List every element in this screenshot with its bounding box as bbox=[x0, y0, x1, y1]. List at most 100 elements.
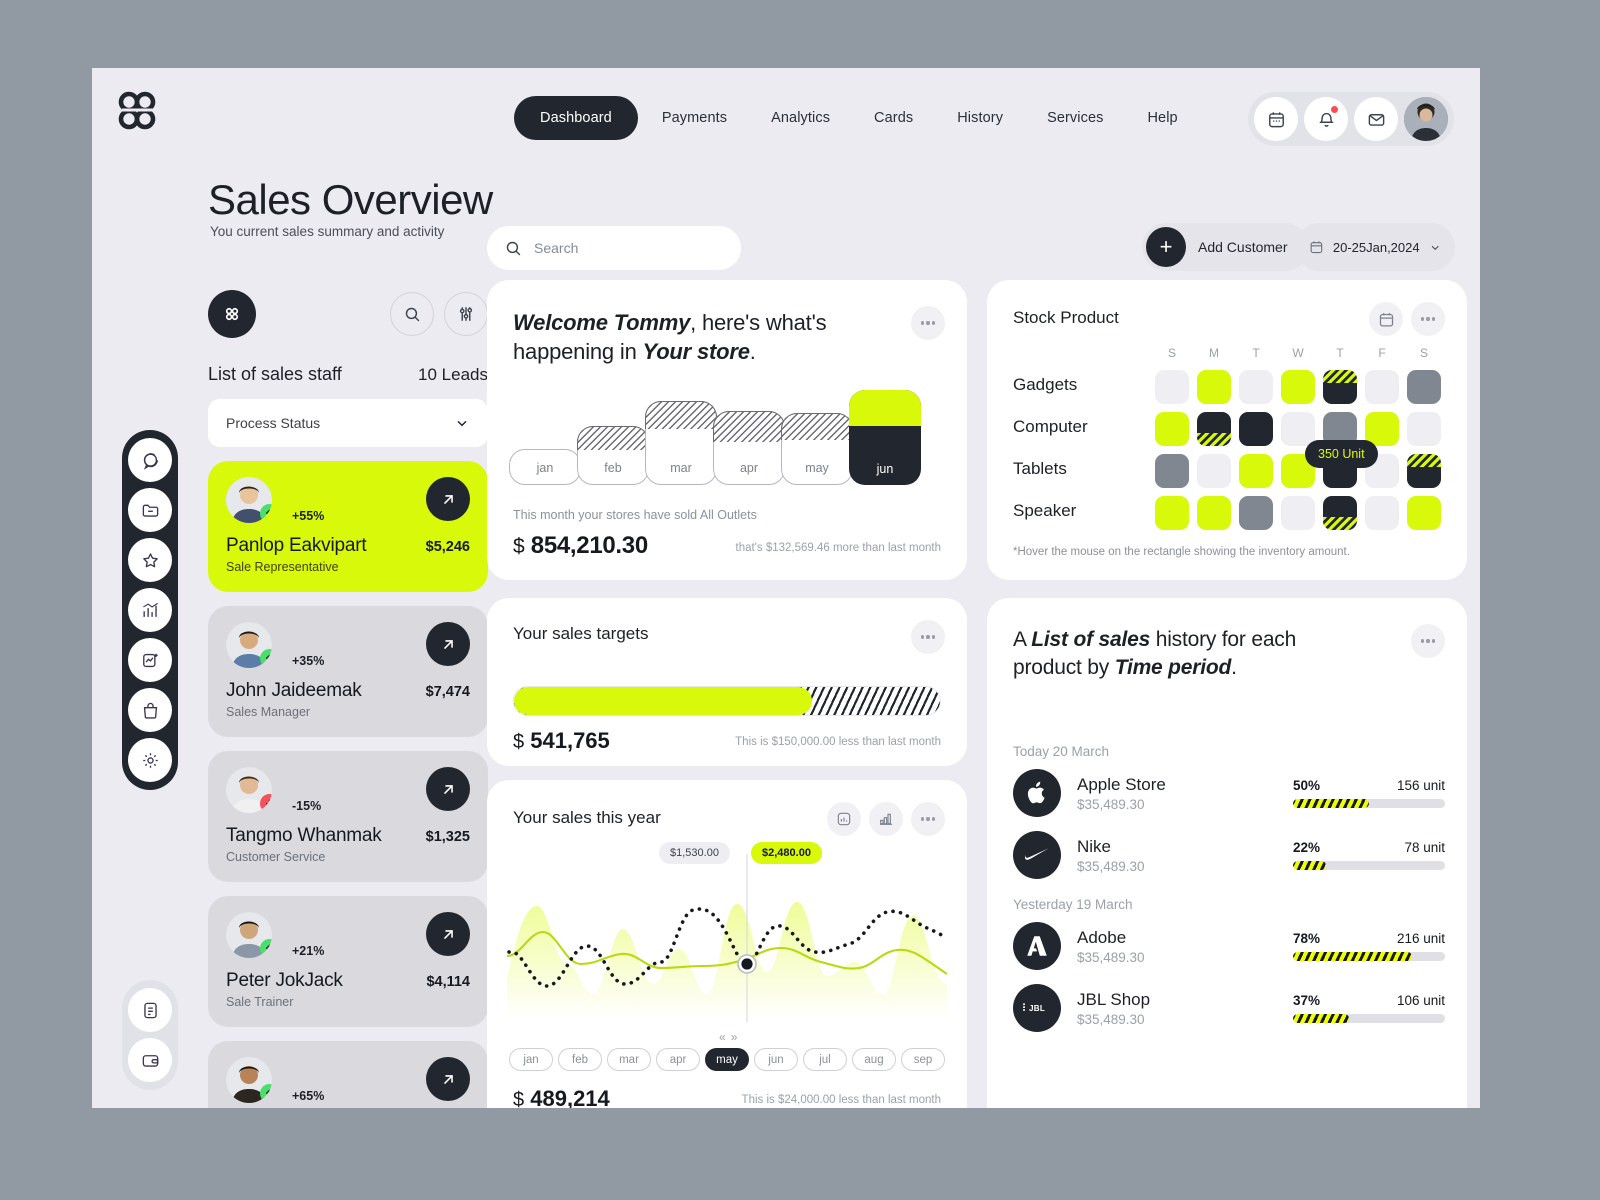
analytics-add-icon[interactable] bbox=[128, 638, 172, 682]
month-pill[interactable]: sep bbox=[901, 1048, 945, 1071]
avatar[interactable] bbox=[1404, 97, 1448, 141]
heatmap-cell[interactable] bbox=[1281, 370, 1315, 404]
heatmap-cell[interactable] bbox=[1155, 454, 1189, 488]
heatmap-cell[interactable] bbox=[1323, 370, 1357, 404]
heatmap-cell[interactable] bbox=[1197, 412, 1231, 446]
history-row[interactable]: Nike $35,489.30 22% 78 unit bbox=[1013, 831, 1445, 879]
nav-item-payments[interactable]: Payments bbox=[642, 97, 747, 139]
month-pill[interactable]: jul bbox=[803, 1048, 847, 1071]
heatmap-cell[interactable] bbox=[1365, 370, 1399, 404]
staff-open-button[interactable] bbox=[426, 477, 470, 521]
heatmap-cell[interactable] bbox=[1407, 496, 1441, 530]
ss-infinity-logo[interactable] bbox=[114, 88, 162, 136]
heatmap-cell[interactable] bbox=[1407, 412, 1441, 446]
staff-open-button[interactable] bbox=[426, 767, 470, 811]
month-pill[interactable]: jan bbox=[509, 1048, 553, 1071]
targets-more-button[interactable] bbox=[911, 620, 945, 654]
month-prev-button[interactable]: « bbox=[719, 1030, 731, 1044]
heatmap-cell[interactable] bbox=[1155, 370, 1189, 404]
nav-item-help[interactable]: Help bbox=[1127, 97, 1197, 139]
nav-item-dashboard[interactable]: Dashboard bbox=[514, 96, 638, 140]
staff-open-button[interactable] bbox=[426, 912, 470, 956]
heatmap-cell[interactable] bbox=[1407, 454, 1441, 488]
process-status-select[interactable]: Process Status bbox=[208, 399, 488, 447]
heatmap-cell[interactable] bbox=[1155, 496, 1189, 530]
date-range-picker[interactable]: 20-25Jan,2024 bbox=[1295, 223, 1455, 271]
heatmap-row-label: Gadgets bbox=[1013, 375, 1078, 394]
month-bar[interactable]: jun bbox=[849, 390, 921, 485]
staff-card[interactable]: +55% Panlop Eakvipart $5,246 Sale Represent… bbox=[208, 461, 488, 592]
month-bar[interactable]: apr bbox=[712, 390, 786, 485]
nav-item-cards[interactable]: Cards bbox=[854, 97, 933, 139]
history-group-label: Today 20 March bbox=[1013, 744, 1110, 759]
staff-amount: $4,114 bbox=[426, 974, 470, 990]
heatmap-cell[interactable] bbox=[1365, 496, 1399, 530]
chevron-down-icon bbox=[1431, 245, 1439, 250]
history-more-button[interactable] bbox=[1411, 624, 1445, 658]
nav-item-history[interactable]: History bbox=[937, 97, 1023, 139]
star-icon[interactable] bbox=[128, 538, 172, 582]
history-row[interactable]: Adobe $35,489.30 78% 216 unit bbox=[1013, 922, 1445, 970]
stock-more-button[interactable] bbox=[1411, 302, 1445, 336]
month-bar[interactable]: jan bbox=[509, 390, 581, 485]
month-pill[interactable]: mar bbox=[607, 1048, 651, 1071]
month-pill[interactable]: jun bbox=[754, 1048, 798, 1071]
document-icon[interactable] bbox=[128, 988, 172, 1032]
month-bar[interactable]: may bbox=[780, 390, 854, 485]
chat-icon[interactable] bbox=[128, 438, 172, 482]
history-row[interactable]: JBL JBL Shop $35,489.30 37% 106 unit bbox=[1013, 984, 1445, 1032]
nav-item-analytics[interactable]: Analytics bbox=[751, 97, 850, 139]
heatmap-cell[interactable] bbox=[1239, 412, 1273, 446]
calendar-icon[interactable] bbox=[1254, 97, 1298, 141]
grid-view-button[interactable] bbox=[208, 290, 256, 338]
heatmap-cell[interactable] bbox=[1239, 454, 1273, 488]
heatmap-cell[interactable] bbox=[1323, 496, 1357, 530]
folder-minus-icon[interactable] bbox=[128, 488, 172, 532]
welcome-more-button[interactable] bbox=[911, 306, 945, 340]
month-bar[interactable]: feb bbox=[576, 390, 650, 485]
bell-icon[interactable] bbox=[1304, 97, 1348, 141]
year-chart-more-button[interactable] bbox=[911, 802, 945, 836]
month-next-button[interactable]: » bbox=[731, 1030, 743, 1044]
heatmap-cell[interactable] bbox=[1197, 454, 1231, 488]
heatmap-cell[interactable] bbox=[1281, 412, 1315, 446]
add-customer-button[interactable]: + Add Customer bbox=[1142, 223, 1310, 271]
bar-chart-icon[interactable] bbox=[128, 588, 172, 632]
mail-icon[interactable] bbox=[1354, 97, 1398, 141]
heatmap-cell[interactable] bbox=[1239, 370, 1273, 404]
targets-progress-fill bbox=[514, 687, 813, 715]
stock-calendar-button[interactable] bbox=[1369, 302, 1403, 336]
staff-card[interactable]: +21% Peter JokJack $4,114 Sale Trainer bbox=[208, 896, 488, 1027]
month-pill[interactable]: may bbox=[705, 1048, 749, 1071]
year-comparison: This is $24,000.00 less than last month bbox=[741, 1094, 941, 1106]
staff-open-button[interactable] bbox=[426, 622, 470, 666]
staff-open-button[interactable] bbox=[426, 1057, 470, 1101]
staff-card[interactable]: +65%Kapow Muusap$7,289Marketing Director… bbox=[208, 1041, 488, 1108]
heatmap-cell[interactable] bbox=[1239, 496, 1273, 530]
chart-type-bars-button[interactable] bbox=[827, 802, 861, 836]
nav-item-services[interactable]: Services bbox=[1027, 97, 1123, 139]
month-pill[interactable]: aug bbox=[852, 1048, 896, 1071]
heatmap-cell[interactable] bbox=[1197, 496, 1231, 530]
heatmap-cell[interactable] bbox=[1281, 496, 1315, 530]
welcome-period: . bbox=[749, 339, 756, 365]
month-pill[interactable]: apr bbox=[656, 1048, 700, 1071]
bag-icon[interactable] bbox=[128, 688, 172, 732]
history-progress-fill bbox=[1293, 1014, 1350, 1023]
heatmap-cell[interactable] bbox=[1407, 370, 1441, 404]
staff-card[interactable]: -15% Tangmo Whanmak $1,325 Customer Service bbox=[208, 751, 488, 882]
wallet-icon[interactable] bbox=[128, 1038, 172, 1082]
staff-card[interactable]: +35% John Jaideemak $7,474 Sales Manager bbox=[208, 606, 488, 737]
heatmap-cell[interactable] bbox=[1155, 412, 1189, 446]
chart-type-columns-button[interactable] bbox=[869, 802, 903, 836]
heatmap-day-label: W bbox=[1292, 346, 1304, 360]
month-bar[interactable]: mar bbox=[644, 390, 718, 485]
heatmap-cell[interactable] bbox=[1197, 370, 1231, 404]
month-nav[interactable]: «» bbox=[719, 1030, 742, 1044]
staff-filter-button[interactable] bbox=[444, 292, 488, 336]
settings-icon[interactable] bbox=[128, 738, 172, 782]
search-input[interactable]: Search bbox=[487, 226, 741, 270]
month-pill[interactable]: feb bbox=[558, 1048, 602, 1071]
history-row[interactable]: Apple Store $35,489.30 50% 156 unit bbox=[1013, 769, 1445, 817]
staff-search-button[interactable] bbox=[390, 292, 434, 336]
